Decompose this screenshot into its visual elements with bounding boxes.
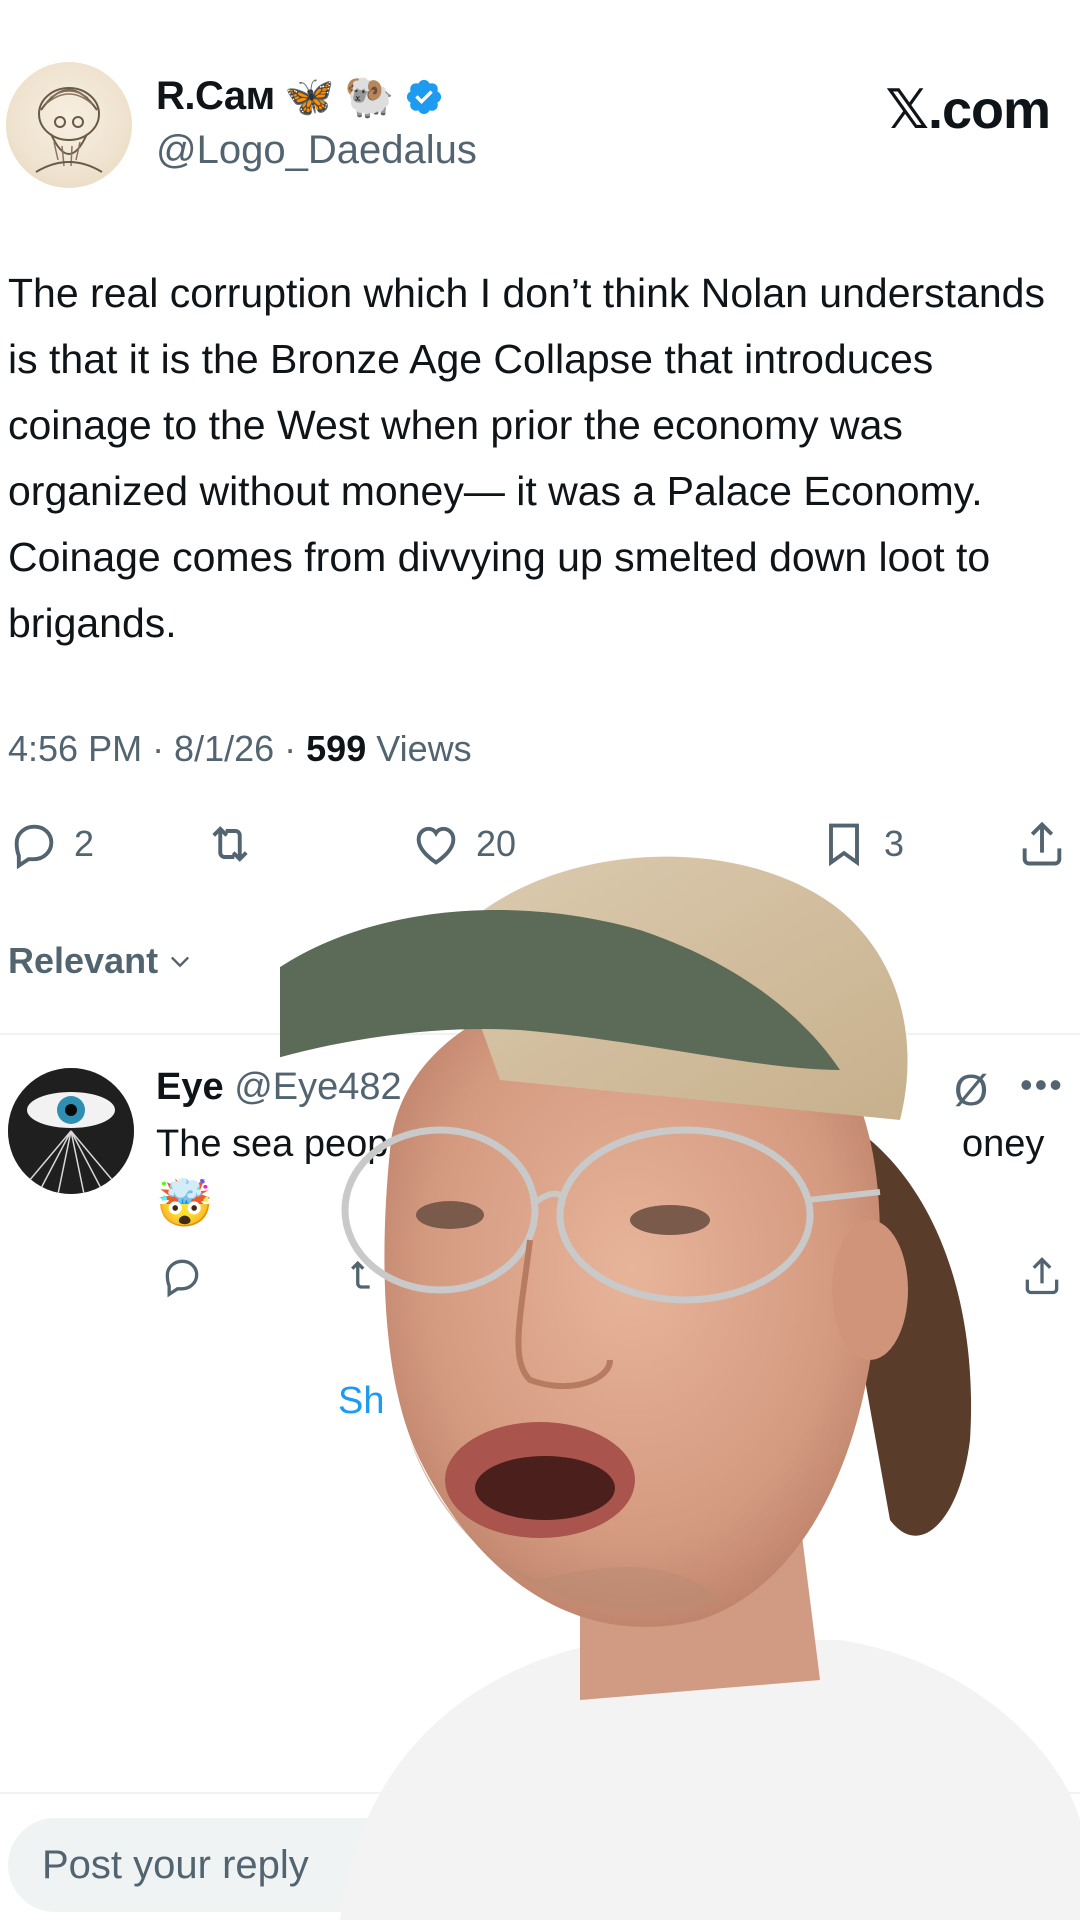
brand-watermark: 𝕏.com [885, 80, 1051, 140]
tweet-text: The real corruption which I don’t think … [8, 270, 1045, 646]
tweet-meta: 4:56 PM · 8/1/26 · 599 Views [8, 728, 472, 770]
views-count: 599 [306, 728, 367, 769]
eye-avatar-icon [8, 1068, 134, 1194]
repost-button[interactable] [204, 818, 256, 870]
author-avatar[interactable] [6, 62, 132, 188]
chevron-down-icon [171, 956, 190, 968]
repost-icon [212, 826, 248, 862]
creator-overlay-video [280, 856, 1080, 1920]
ram-icon: 🐏 [344, 74, 395, 119]
reply-author-name[interactable]: Eye [156, 1066, 224, 1108]
exploding-head-icon: 🤯 [156, 1177, 214, 1229]
author-name-row[interactable]: R.Сам 🦋 🐏 [156, 74, 444, 119]
reply-avatar[interactable] [8, 1068, 134, 1194]
reply-reply-button[interactable] [160, 1254, 204, 1298]
composer-placeholder: Post your reply [42, 1842, 309, 1887]
verified-badge-icon[interactable] [404, 77, 444, 117]
author-display-name[interactable]: R.Сам [156, 74, 275, 119]
tweet-timestamp[interactable]: 4:56 PM · 8/1/26 · [8, 728, 306, 769]
sage-portrait-icon [35, 87, 103, 173]
views-label: Views [366, 728, 472, 769]
reply-button[interactable]: 2 [8, 818, 94, 870]
reply-count: 2 [74, 823, 95, 864]
reply-icon [165, 1259, 199, 1298]
sort-replies-dropdown[interactable]: Relevant [8, 940, 194, 982]
butterfly-icon: 🦋 [284, 74, 335, 119]
author-handle[interactable]: @Logo_Daedalus [156, 128, 477, 173]
reply-icon [14, 824, 54, 870]
sort-label: Relevant [8, 940, 159, 981]
